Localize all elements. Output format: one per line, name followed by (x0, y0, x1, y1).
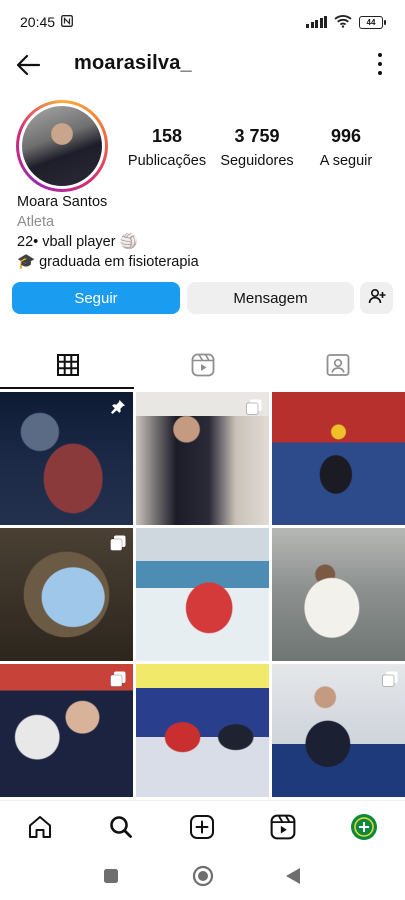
add-person-icon (368, 288, 386, 308)
tab-tagged[interactable] (270, 345, 405, 389)
home-icon (27, 814, 53, 845)
post-thumbnail[interactable] (136, 664, 269, 797)
stat-following-value: 996 (330, 126, 362, 146)
stat-followers-label: Seguidores (220, 153, 294, 169)
post-thumbnail[interactable] (0, 392, 133, 525)
signal-icon (306, 16, 327, 28)
bottom-navigation (0, 800, 405, 856)
battery-icon: 44 (359, 15, 386, 29)
profile-avatar-icon (350, 813, 378, 846)
post-thumbnail[interactable] (136, 392, 269, 525)
profile-username: moarasilva_ (74, 52, 192, 74)
nav-home[interactable] (25, 814, 55, 844)
nav-create[interactable] (187, 814, 217, 844)
tab-reels[interactable] (135, 345, 270, 389)
reels-icon (191, 353, 215, 382)
back-arrow-icon[interactable] (14, 50, 44, 80)
stat-posts-value: 158 (151, 126, 183, 146)
more-options-icon[interactable] (377, 53, 383, 75)
post-thumbnail[interactable] (136, 528, 269, 661)
stat-followers-value: 3 759 (234, 126, 280, 146)
suggested-accounts-button[interactable] (360, 282, 393, 314)
follow-button[interactable]: Seguir (12, 282, 180, 314)
message-button[interactable]: Mensagem (187, 282, 354, 314)
profile-header: moarasilva_ (0, 44, 405, 84)
carousel-icon (110, 671, 126, 687)
profile-tabs (0, 345, 405, 389)
stat-following[interactable]: 996 A seguir (315, 126, 377, 169)
post-thumbnail[interactable] (272, 664, 405, 797)
status-time: 20:45 (20, 14, 56, 30)
tab-posts-grid[interactable] (0, 345, 135, 389)
profile-avatar[interactable] (16, 100, 108, 192)
post-thumbnail[interactable] (272, 392, 405, 525)
tagged-icon (326, 353, 350, 382)
carousel-icon (110, 535, 126, 551)
bio-line: 🎓 graduada em fisioterapia (17, 254, 199, 270)
profile-bio: Moara Santos Atleta 22• vball player 🏐 🎓… (17, 192, 397, 272)
bio-line: 22• vball player 🏐 (17, 234, 138, 250)
nav-reels[interactable] (268, 814, 298, 844)
profile-name: Moara Santos (17, 194, 108, 210)
post-thumbnail[interactable] (0, 664, 133, 797)
grid-icon (56, 353, 79, 381)
wifi-icon (334, 14, 352, 31)
back-triangle-icon[interactable] (285, 867, 301, 890)
pin-icon (110, 399, 126, 415)
profile-category: Atleta (17, 214, 55, 230)
post-thumbnail[interactable] (272, 528, 405, 661)
nav-profile[interactable] (349, 813, 379, 846)
recent-apps-icon[interactable] (103, 868, 119, 889)
stat-following-label: A seguir (319, 153, 373, 169)
carousel-icon (382, 671, 398, 687)
carousel-icon (246, 399, 262, 415)
stat-posts[interactable]: 158 Publicações (126, 126, 208, 169)
active-tab-indicator (0, 387, 134, 389)
home-circle-icon[interactable] (192, 865, 214, 892)
avatar-image (22, 106, 102, 186)
system-navigation (0, 856, 405, 900)
nfc-icon (61, 14, 73, 30)
status-bar: 20:45 44 (0, 0, 405, 44)
post-thumbnail[interactable] (0, 528, 133, 661)
stat-followers[interactable]: 3 759 Seguidores (218, 126, 296, 169)
nav-search[interactable] (106, 814, 136, 844)
reels-icon (270, 814, 296, 845)
search-icon (108, 814, 134, 845)
stat-posts-label: Publicações (127, 153, 207, 169)
add-post-icon (189, 814, 215, 845)
posts-grid (0, 392, 405, 797)
